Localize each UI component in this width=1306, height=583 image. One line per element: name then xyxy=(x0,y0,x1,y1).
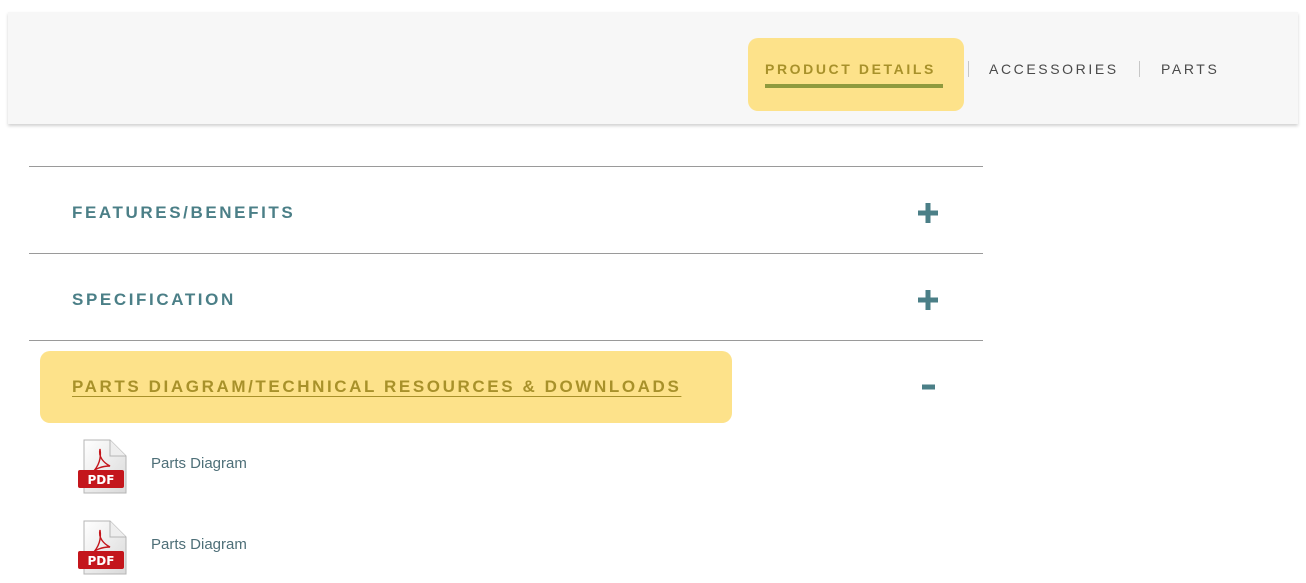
download-link-parts-diagram[interactable]: Parts Diagram xyxy=(151,455,247,472)
tab-separator xyxy=(1139,61,1140,77)
pdf-icon[interactable]: PDF xyxy=(76,520,130,576)
pdf-icon[interactable]: PDF xyxy=(76,439,130,495)
tab-parts[interactable]: PARTS xyxy=(1161,61,1219,77)
section-divider xyxy=(29,166,983,167)
section-parts-diagram-downloads[interactable]: PARTS DIAGRAM/TECHNICAL RESOURCES & DOWN… xyxy=(72,377,681,397)
svg-text:PDF: PDF xyxy=(88,473,115,487)
plus-icon xyxy=(918,290,938,310)
download-link-parts-diagram[interactable]: Parts Diagram xyxy=(151,536,247,553)
section-specification[interactable]: SPECIFICATION xyxy=(72,290,236,310)
section-features-benefits[interactable]: FEATURES/BENEFITS xyxy=(72,203,295,223)
expand-features-plus-icon[interactable] xyxy=(916,201,940,225)
plus-icon xyxy=(918,203,938,223)
tab-separator xyxy=(968,61,969,77)
expand-specification-plus-icon[interactable] xyxy=(916,288,940,312)
active-tab-underline xyxy=(765,84,943,88)
svg-text:PDF: PDF xyxy=(88,554,115,568)
minus-icon xyxy=(922,384,935,390)
collapse-downloads-minus-icon[interactable] xyxy=(916,375,940,399)
tab-accessories[interactable]: ACCESSORIES xyxy=(989,61,1119,77)
tab-product-details[interactable]: PRODUCT DETAILS xyxy=(765,61,936,77)
section-divider xyxy=(29,340,983,341)
section-divider xyxy=(29,253,983,254)
